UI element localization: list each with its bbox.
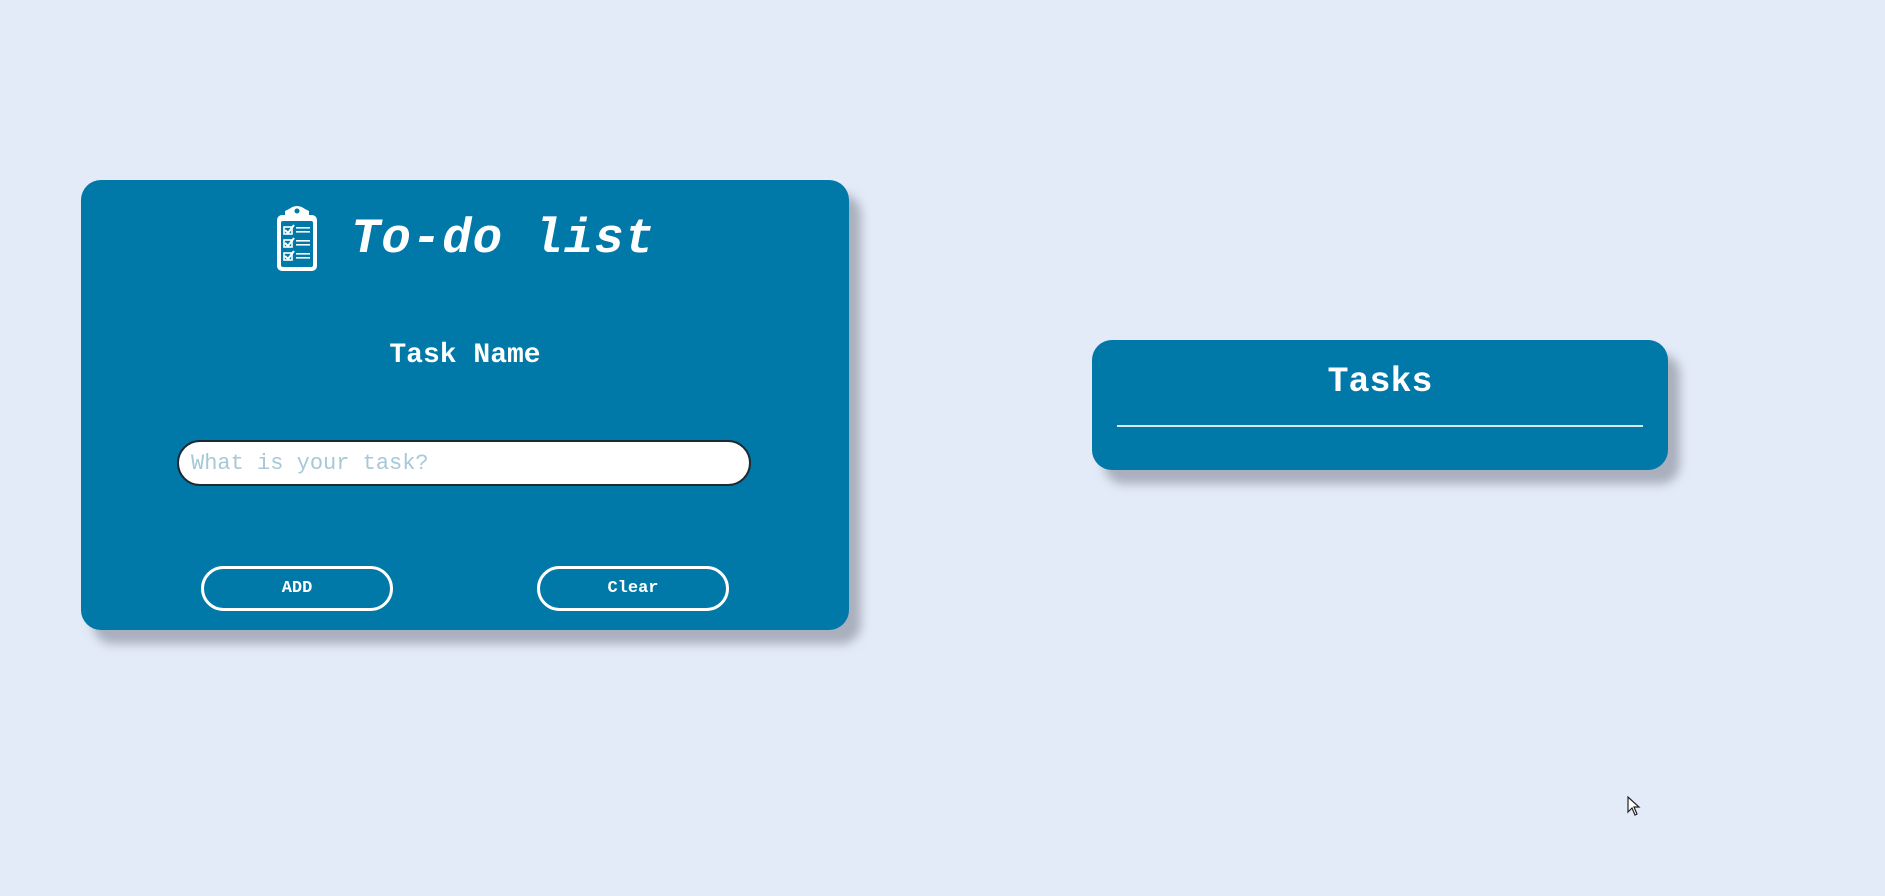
title-row: To-do list bbox=[81, 204, 849, 274]
clipboard-checklist-icon bbox=[276, 206, 317, 271]
app-title: To-do list bbox=[350, 211, 656, 267]
todo-form-card: To-do list Task Name ADD Clear bbox=[81, 180, 849, 630]
task-name-input[interactable] bbox=[177, 440, 751, 486]
task-name-label: Task Name bbox=[389, 340, 541, 371]
tasks-divider bbox=[1117, 425, 1643, 427]
tasks-title: Tasks bbox=[1327, 362, 1433, 402]
add-button[interactable]: ADD bbox=[201, 566, 393, 611]
clear-button[interactable]: Clear bbox=[537, 566, 729, 611]
tasks-card: Tasks bbox=[1092, 340, 1668, 470]
mouse-cursor-icon bbox=[1627, 796, 1641, 816]
